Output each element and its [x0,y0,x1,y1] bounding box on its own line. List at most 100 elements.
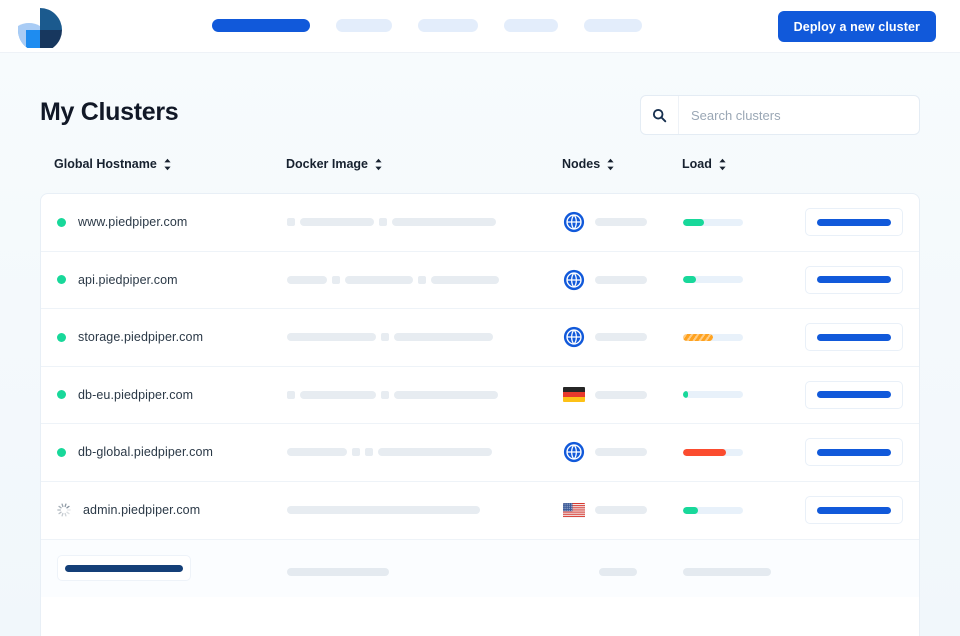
docker-image-skeleton-bar [287,506,480,515]
row-action-cell [805,438,903,467]
nav-item-2[interactable] [336,19,392,32]
node-label-skeleton [595,506,647,515]
docker-image-cell [287,506,480,515]
globe-icon [563,212,585,233]
load-bar-track [683,448,743,456]
nav-item-5[interactable] [584,19,642,32]
pagination-button-label-skeleton [65,564,183,572]
main-nav [212,19,642,32]
docker-image-skeleton-dot [381,333,389,342]
column-header-global-hostname[interactable]: Global Hostname [54,157,172,171]
search-clusters-box[interactable] [640,95,920,135]
docker-image-skeleton-dot [352,448,360,457]
row-action-button-label-skeleton [817,333,891,341]
docker-image-cell [287,448,492,457]
footer-skeleton-bar [287,568,389,577]
column-header-docker-image[interactable]: Docker Image [286,157,383,171]
row-action-cell [805,380,903,409]
nav-item-1[interactable] [212,19,310,32]
docker-image-skeleton-bar [287,448,347,457]
row-action-button[interactable] [805,438,903,467]
load-bar-fill [683,448,727,456]
node-label-skeleton [595,390,647,399]
table-column-headers: Global Hostname Docker Image Nodes Load [0,157,960,185]
row-action-button-label-skeleton [817,506,891,514]
nodes-cell [563,211,647,233]
row-action-button-label-skeleton [817,276,891,284]
row-action-button[interactable] [805,323,903,352]
row-action-button[interactable] [805,496,903,525]
nav-item-4[interactable] [504,19,558,32]
row-action-button[interactable] [805,265,903,294]
status-dot-icon [57,275,66,285]
node-label-skeleton [595,275,647,284]
search-input[interactable] [679,96,919,134]
nodes-cell [563,387,647,403]
load-bar-track [683,218,743,226]
docker-image-skeleton-bar [287,333,376,342]
column-header-label: Nodes [562,157,601,171]
hostname-label: api.piedpiper.com [78,272,178,287]
docker-image-cell [287,218,496,227]
docker-image-skeleton-dot [379,218,387,227]
docker-image-skeleton-dot [332,275,340,284]
docker-image-skeleton-dot [418,275,426,284]
docker-image-skeleton-bar [345,275,413,284]
table-row[interactable]: db-global.piedpiper.com [41,424,919,482]
digitalocean-logo-icon[interactable] [14,4,66,52]
hostname-cell: storage.piedpiper.com [57,330,203,344]
docker-image-skeleton-bar [431,275,499,284]
table-row[interactable]: storage.piedpiper.com [41,309,919,367]
node-label-skeleton [595,218,647,227]
spinner-icon [57,503,71,517]
load-cell [683,218,743,226]
hostname-label: www.piedpiper.com [78,215,188,230]
nodes-cell [563,269,647,291]
hostname-cell: db-eu.piedpiper.com [57,388,193,402]
hostname-label: admin.piedpiper.com [83,503,201,518]
row-action-button[interactable] [805,208,903,237]
load-bar-track [683,333,743,341]
footer-skeleton-bar [683,568,771,577]
load-cell [683,448,743,456]
pagination-button[interactable] [57,555,191,582]
column-header-nodes[interactable]: Nodes [562,157,615,171]
globe-icon [563,442,585,463]
docker-image-skeleton-bar [392,218,496,227]
nodes-cell [563,502,647,518]
column-header-load[interactable]: Load [682,157,727,171]
load-bar-fill [683,218,704,226]
hostname-label: db-eu.piedpiper.com [78,387,194,402]
nodes-cell [563,441,647,463]
table-row[interactable]: api.piedpiper.com [41,252,919,309]
column-header-label: Load [682,157,712,171]
globe-icon [563,327,585,348]
row-action-cell [805,265,903,294]
table-footer-row [41,539,919,597]
table-row[interactable]: db-eu.piedpiper.com [41,367,919,424]
flag-de-icon [563,387,585,403]
sort-updown-icon [375,158,382,170]
nav-item-3[interactable] [418,19,478,32]
table-row[interactable]: admin.piedpiper.com [41,482,919,540]
status-dot-icon [57,217,66,227]
search-icon [641,96,679,134]
hostname-label: storage.piedpiper.com [78,330,204,345]
docker-image-cell [287,275,499,284]
hostname-cell: www.piedpiper.com [57,215,187,229]
nodes-cell [563,326,647,348]
deploy-new-cluster-button[interactable]: Deploy a new cluster [777,11,936,42]
table-row[interactable]: www.piedpiper.com [41,194,919,252]
load-cell [683,276,743,284]
sort-updown-icon [607,158,614,170]
hostname-cell: api.piedpiper.com [57,273,178,287]
app-root: Deploy a new cluster My Clusters Global … [0,0,960,636]
status-dot-icon [57,390,66,400]
sort-updown-icon [719,158,726,170]
hostname-cell: admin.piedpiper.com [57,503,200,517]
status-dot-icon [57,332,66,342]
docker-image-skeleton-dot [287,390,295,399]
docker-image-skeleton-bar [394,333,493,342]
row-action-button[interactable] [805,380,903,409]
load-bar-track [683,506,743,514]
